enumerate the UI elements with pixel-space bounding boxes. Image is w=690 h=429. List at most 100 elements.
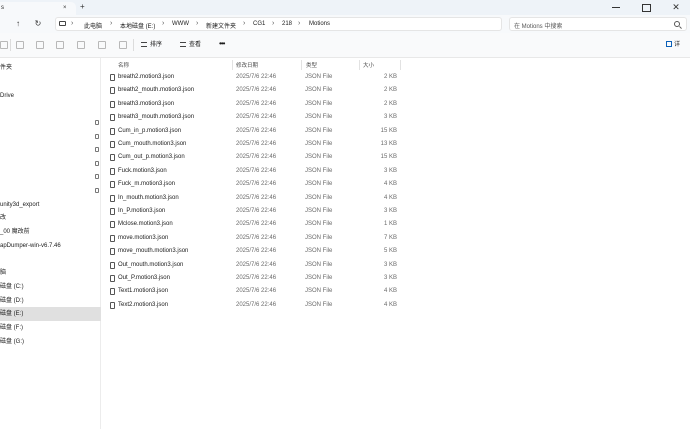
sidebar-item-pc[interactable]: 脑	[0, 266, 101, 280]
file-row[interactable]: Cum_mouth.motion3.json 2025/7/6 22:46 JSON…	[101, 138, 401, 151]
json-file-icon	[110, 275, 115, 282]
toolbar-divider	[10, 39, 11, 51]
sidebar-item-unity3d-export[interactable]: unity3d_export	[0, 198, 101, 212]
new-tab-button[interactable]: +	[80, 3, 85, 11]
file-row[interactable]: Mclose.motion3.json 2025/7/6 22:46 JSON Fi…	[101, 218, 401, 231]
file-date: 2025/7/6 22:46	[236, 181, 277, 188]
file-list: 名称 修改日期 类型 大小 breath2.motion3.json 2025/7…	[101, 58, 690, 429]
file-name: Out_mouth.motion3.json	[118, 261, 184, 268]
sidebar-item-00-before-mod[interactable]: _00 魔改前	[0, 225, 101, 239]
up-button[interactable]: ↑	[12, 18, 24, 30]
more-options-button[interactable]: •••	[219, 39, 225, 48]
sidebar-item-drive[interactable]: Drive	[0, 89, 101, 103]
file-row[interactable]: In_P.motion3.json 2025/7/6 22:46 JSON File…	[101, 205, 401, 218]
json-file-icon	[110, 141, 115, 148]
file-type: JSON File	[305, 208, 333, 214]
file-row[interactable]: Cum_out_p.motion3.json 2025/7/6 22:46 JSON…	[101, 151, 401, 164]
file-row[interactable]: Fuck.motion3.json 2025/7/6 22:46 JSON File…	[101, 165, 401, 178]
file-name: breath2.motion3.json	[118, 74, 175, 80]
file-name: breath2_mouth.motion3.json	[118, 87, 195, 94]
file-row[interactable]: breath3_mouth.motion3.json 2025/7/6 22:46…	[101, 111, 401, 124]
cut-icon[interactable]	[16, 41, 24, 49]
file-date: 2025/7/6 22:46	[236, 288, 277, 295]
column-header-size[interactable]: 大小	[363, 61, 374, 69]
file-row[interactable]: breath2.motion3.json 2025/7/6 22:46 JSON F…	[101, 71, 401, 84]
column-header-name[interactable]: 名称	[118, 61, 129, 69]
chevron-right-icon: ›	[243, 20, 246, 27]
new-item-icon[interactable]	[0, 41, 8, 49]
column-divider[interactable]	[232, 60, 233, 70]
file-row[interactable]: breath3.motion3.json 2025/7/6 22:46 JSON F…	[101, 98, 401, 111]
maximize-button[interactable]	[638, 3, 654, 12]
close-window-button[interactable]: ✕	[668, 1, 684, 13]
column-header-type[interactable]: 类型	[306, 61, 317, 69]
crumb-cg1[interactable]: CG1	[253, 21, 265, 27]
file-row[interactable]: move_mouth.motion3.json 2025/7/6 22:46 JSO…	[101, 245, 401, 258]
sidebar-item-disk-c[interactable]: 磁盘 (C:)	[0, 280, 101, 294]
file-row[interactable]: Cum_in_p.motion3.json 2025/7/6 22:46 JSON …	[101, 125, 401, 138]
file-size: 15 KB	[380, 127, 397, 134]
sidebar-item-edit[interactable]: 改	[0, 211, 101, 225]
tab-motions[interactable]: s ×	[0, 2, 76, 15]
sidebar-item-disk-d[interactable]: 磁盘 (D:)	[0, 294, 101, 308]
crumb-this-pc[interactable]: 此电脑	[84, 21, 102, 30]
file-name: Cum_out_p.motion3.json	[118, 154, 185, 161]
file-row[interactable]: Out_P.motion3.json 2025/7/6 22:46 JSON Fil…	[101, 272, 401, 285]
column-header-date[interactable]: 修改日期	[236, 61, 258, 69]
file-date: 2025/7/6 22:46	[236, 275, 277, 281]
chevron-right-icon: ›	[110, 20, 113, 27]
view-button[interactable]: 查看	[180, 40, 201, 51]
pin-icon	[95, 161, 99, 166]
file-row[interactable]: breath2_mouth.motion3.json 2025/7/6 22:46…	[101, 84, 401, 97]
crumb-new-folder[interactable]: 新建文件夹	[206, 21, 236, 30]
file-row[interactable]: In_mouth.motion3.json 2025/7/6 22:46 JSON …	[101, 192, 401, 205]
crumb-local-disk-e[interactable]: 本地磁盘 (E:)	[120, 21, 155, 30]
file-row[interactable]: Text2.motion3.json 2025/7/6 22:46 JSON Fil…	[101, 299, 401, 312]
json-file-icon	[110, 114, 115, 122]
tab-close-button[interactable]: ×	[63, 5, 67, 11]
pin-icon	[95, 174, 99, 179]
file-type: JSON File	[305, 288, 333, 295]
column-header-row: 名称 修改日期 类型 大小	[101, 58, 401, 70]
file-type: JSON File	[305, 221, 333, 228]
sidebar-item-disk-g[interactable]: 磁盘 (G:)	[0, 335, 101, 349]
file-name: Cum_in_p.motion3.json	[118, 127, 182, 134]
file-row[interactable]: Fuck_m.motion3.json 2025/7/6 22:46 JSON Fi…	[101, 178, 401, 191]
crumb-www[interactable]: WWW	[172, 21, 189, 27]
file-row[interactable]: move.motion3.json 2025/7/6 22:46 JSON File…	[101, 232, 401, 245]
address-bar[interactable]: › 此电脑 › 本地磁盘 (E:) › WWW › 新建文件夹 › CG1 › …	[55, 17, 502, 31]
crumb-motions[interactable]: Motions	[309, 21, 330, 27]
file-date: 2025/7/6 22:46	[236, 100, 277, 107]
tab-label: s	[1, 5, 4, 11]
sort-button[interactable]: 排序	[141, 40, 162, 51]
refresh-button[interactable]: ↻	[32, 18, 44, 30]
crumb-218[interactable]: 218	[282, 21, 292, 27]
delete-icon[interactable]	[119, 41, 127, 49]
rename-icon[interactable]	[77, 41, 85, 49]
file-name: Fuck.motion3.json	[118, 167, 167, 174]
sidebar-item-disk-e[interactable]: 磁盘 (E:)	[0, 307, 101, 321]
file-date: 2025/7/6 22:46	[236, 208, 277, 214]
search-input[interactable]: 在 Motions 中搜索	[509, 17, 687, 31]
computer-icon	[59, 21, 66, 26]
column-divider[interactable]	[400, 60, 401, 70]
sidebar-item-disk-f[interactable]: 磁盘 (F:)	[0, 321, 101, 335]
column-divider[interactable]	[359, 60, 360, 70]
file-row[interactable]: Out_mouth.motion3.json 2025/7/6 22:46 JSON…	[101, 259, 401, 272]
file-type: JSON File	[305, 100, 333, 107]
copy-icon[interactable]	[36, 41, 44, 49]
paste-icon[interactable]	[56, 41, 64, 49]
file-date: 2025/7/6 22:46	[236, 167, 277, 174]
file-row[interactable]: Text1.motion3.json 2025/7/6 22:46 JSON Fil…	[101, 285, 401, 298]
column-divider[interactable]	[301, 60, 302, 70]
json-file-icon	[110, 167, 115, 175]
sidebar-item-folder[interactable]: 件夹	[0, 61, 101, 75]
file-type: JSON File	[305, 141, 333, 147]
details-pane-button[interactable]: 详	[666, 40, 680, 51]
toolbar-divider	[133, 39, 134, 51]
minimize-button[interactable]	[608, 3, 624, 11]
file-date: 2025/7/6 22:46	[236, 74, 277, 80]
share-icon[interactable]	[98, 41, 106, 49]
file-date: 2025/7/6 22:46	[236, 194, 277, 201]
sidebar-item-apdumper[interactable]: apDumper-win-v6.7.46	[0, 239, 101, 253]
